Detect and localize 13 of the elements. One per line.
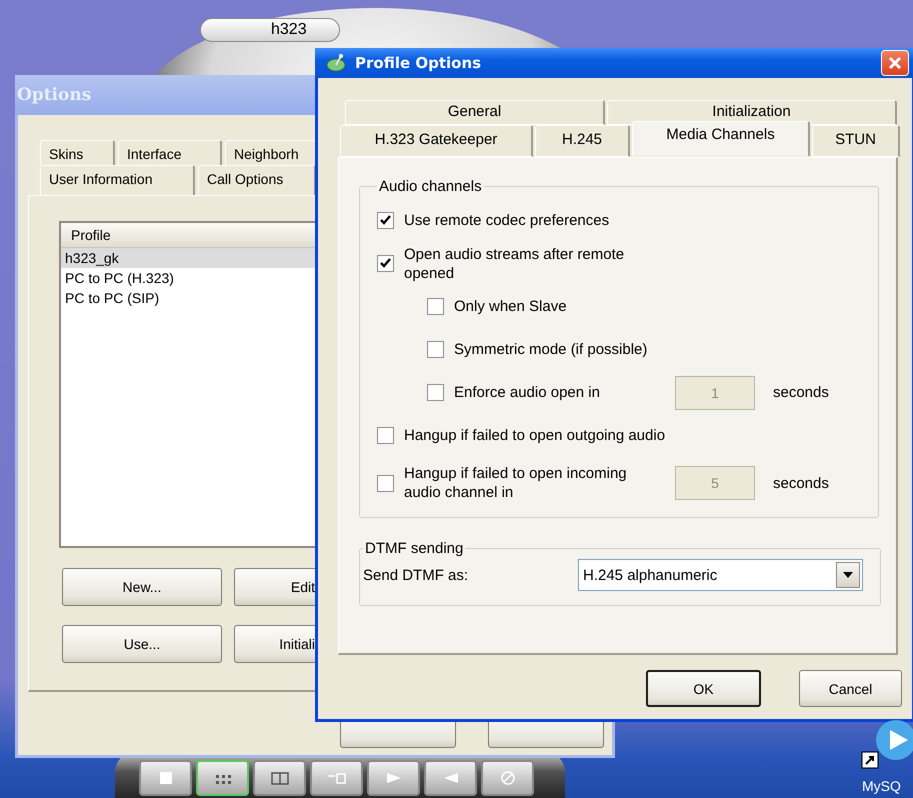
group-title: Audio channels	[378, 178, 483, 195]
checkbox-label: Enforce audio open in	[454, 383, 600, 402]
unit-label: seconds	[772, 474, 830, 492]
checkbox-label: Hangup if failed to open incoming audio channel in	[404, 464, 628, 502]
field-label: Send DTMF as:	[363, 566, 470, 584]
checkbox-label: Hangup if failed to open outgoing audio	[404, 426, 666, 445]
phone-display: h323	[200, 18, 340, 42]
window-title: Profile Options	[355, 54, 482, 72]
icon-label: MySQ	[861, 778, 901, 794]
checkbox-label: Only when Slave	[454, 297, 567, 316]
unit-label: seconds	[772, 384, 830, 401]
checkbox-label: Symmetric mode (if possible)	[454, 340, 648, 359]
group-title: DTMF sending	[364, 540, 464, 557]
